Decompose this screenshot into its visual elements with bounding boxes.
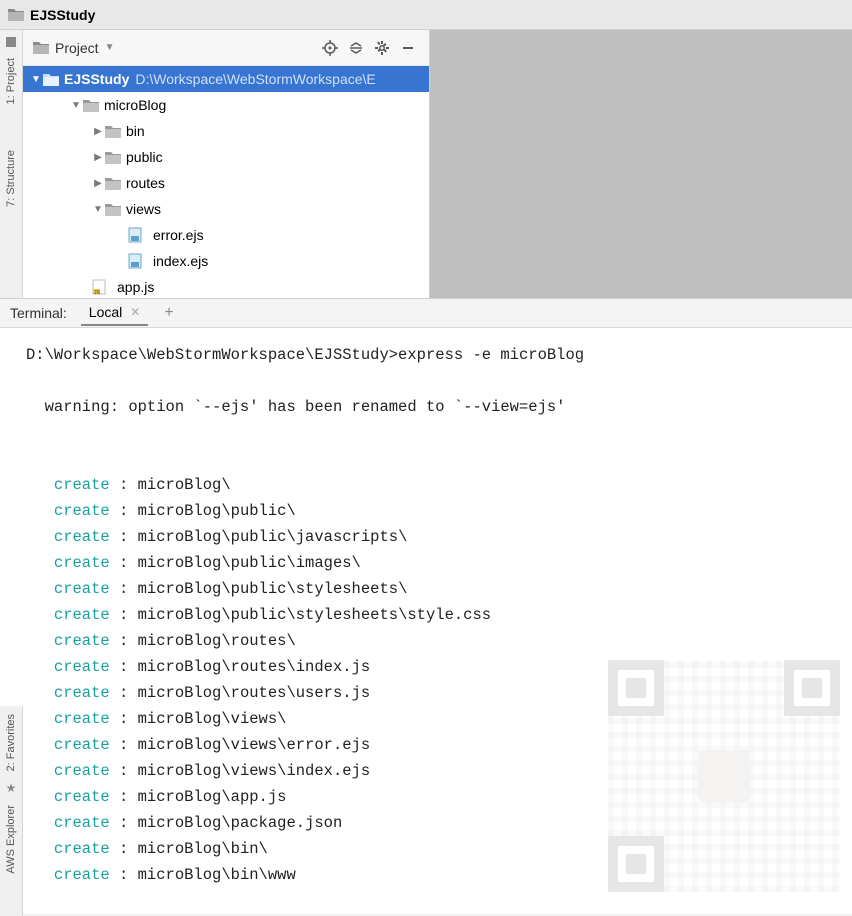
folder-icon: [105, 203, 121, 216]
left-tool-rail: 1: Project 7: Structure: [0, 30, 23, 298]
svg-text:JS: JS: [94, 290, 101, 295]
project-panel: Project ▼ ▼ EJSStudy D:\: [23, 30, 430, 298]
terminal-line: create : microBlog\public\images\: [26, 550, 842, 576]
ejs-file-icon: [127, 253, 143, 269]
terminal-output[interactable]: D:\Workspace\WebStormWorkspace\EJSStudy>…: [0, 328, 852, 914]
terminal-line: create : microBlog\public\stylesheets\st…: [26, 602, 842, 628]
terminal-line: create : microBlog\public\: [26, 498, 842, 524]
folder-icon: [105, 125, 121, 138]
tree-node[interactable]: error.ejs: [23, 222, 429, 248]
folder-icon: [105, 177, 121, 190]
window-title: EJSStudy: [30, 7, 95, 23]
terminal-tab-label: Local: [89, 304, 122, 320]
terminal-line: create : microBlog\public\javascripts\: [26, 524, 842, 550]
terminal-line: create : microBlog\: [26, 472, 842, 498]
chevron-down-icon[interactable]: ▼: [105, 42, 115, 53]
collapse-button[interactable]: [345, 37, 367, 59]
project-dropdown-label[interactable]: Project: [55, 40, 99, 56]
close-icon[interactable]: ✕: [130, 305, 140, 319]
js-file-icon: JS: [91, 279, 107, 295]
tree-node-label: app.js: [117, 279, 154, 295]
terminal-line: create : microBlog\routes\: [26, 628, 842, 654]
folder-icon: [43, 73, 59, 86]
locate-button[interactable]: [319, 37, 341, 59]
tree-root-node[interactable]: ▼ EJSStudy D:\Workspace\WebStormWorkspac…: [23, 66, 429, 92]
terminal-title: Terminal:: [10, 305, 67, 321]
terminal-prompt-line: D:\Workspace\WebStormWorkspace\EJSStudy>…: [26, 342, 842, 368]
folder-icon: [33, 41, 49, 54]
chevron-down-icon: ▼: [29, 74, 43, 85]
rail-item-favorites[interactable]: 2: Favorites: [3, 706, 19, 779]
root-path: D:\Workspace\WebStormWorkspace\E: [135, 71, 375, 87]
tree-node-label: error.ejs: [153, 227, 204, 243]
tree-node-label: index.ejs: [153, 253, 208, 269]
terminal-header: Terminal: Local ✕ +: [0, 298, 852, 328]
root-name: EJSStudy: [64, 71, 129, 87]
add-terminal-button[interactable]: +: [164, 304, 173, 322]
chevron-icon: ▶: [91, 152, 105, 163]
chevron-icon: ▼: [69, 100, 83, 111]
tree-node-label: microBlog: [104, 97, 166, 113]
tree-node-label: views: [126, 201, 161, 217]
folder-icon: [8, 8, 24, 21]
tree-node-label: routes: [126, 175, 165, 191]
ejs-file-icon: [127, 227, 143, 243]
tree-node-label: public: [126, 149, 163, 165]
tree-node[interactable]: ▼ views: [23, 196, 429, 222]
titlebar: EJSStudy: [0, 0, 852, 30]
editor-empty-area: [430, 30, 852, 298]
terminal-tab-local[interactable]: Local ✕: [81, 300, 149, 326]
project-tree[interactable]: ▼ EJSStudy D:\Workspace\WebStormWorkspac…: [23, 66, 429, 298]
folder-icon: [105, 151, 121, 164]
chevron-icon: ▼: [91, 204, 105, 215]
tree-node[interactable]: ▼ microBlog: [23, 92, 429, 118]
chevron-icon: ▶: [91, 178, 105, 189]
project-panel-header: Project ▼: [23, 30, 429, 66]
tree-node-label: bin: [126, 123, 145, 139]
minimize-panel-button[interactable]: [397, 37, 419, 59]
tree-node[interactable]: ▶ public: [23, 144, 429, 170]
folder-icon: [83, 99, 99, 112]
main-area: 1: Project 7: Structure Project ▼: [0, 30, 852, 298]
rail-item-aws[interactable]: AWS Explorer: [3, 797, 19, 882]
rail-marker-icon: [6, 37, 16, 47]
terminal-warning-line: warning: option `--ejs' has been renamed…: [26, 394, 842, 420]
tree-node[interactable]: ▶ bin: [23, 118, 429, 144]
tree-node[interactable]: ▶ routes: [23, 170, 429, 196]
left-tool-rail-bottom: 2: Favorites ★ AWS Explorer: [0, 706, 23, 916]
rail-item-project[interactable]: 1: Project: [3, 50, 19, 112]
qr-watermark: [608, 660, 840, 892]
tree-node[interactable]: index.ejs: [23, 248, 429, 274]
tree-node[interactable]: JS app.js: [23, 274, 429, 298]
terminal-line: create : microBlog\public\stylesheets\: [26, 576, 842, 602]
gear-icon[interactable]: [371, 37, 393, 59]
rail-item-structure[interactable]: 7: Structure: [3, 142, 19, 215]
chevron-icon: ▶: [91, 126, 105, 137]
